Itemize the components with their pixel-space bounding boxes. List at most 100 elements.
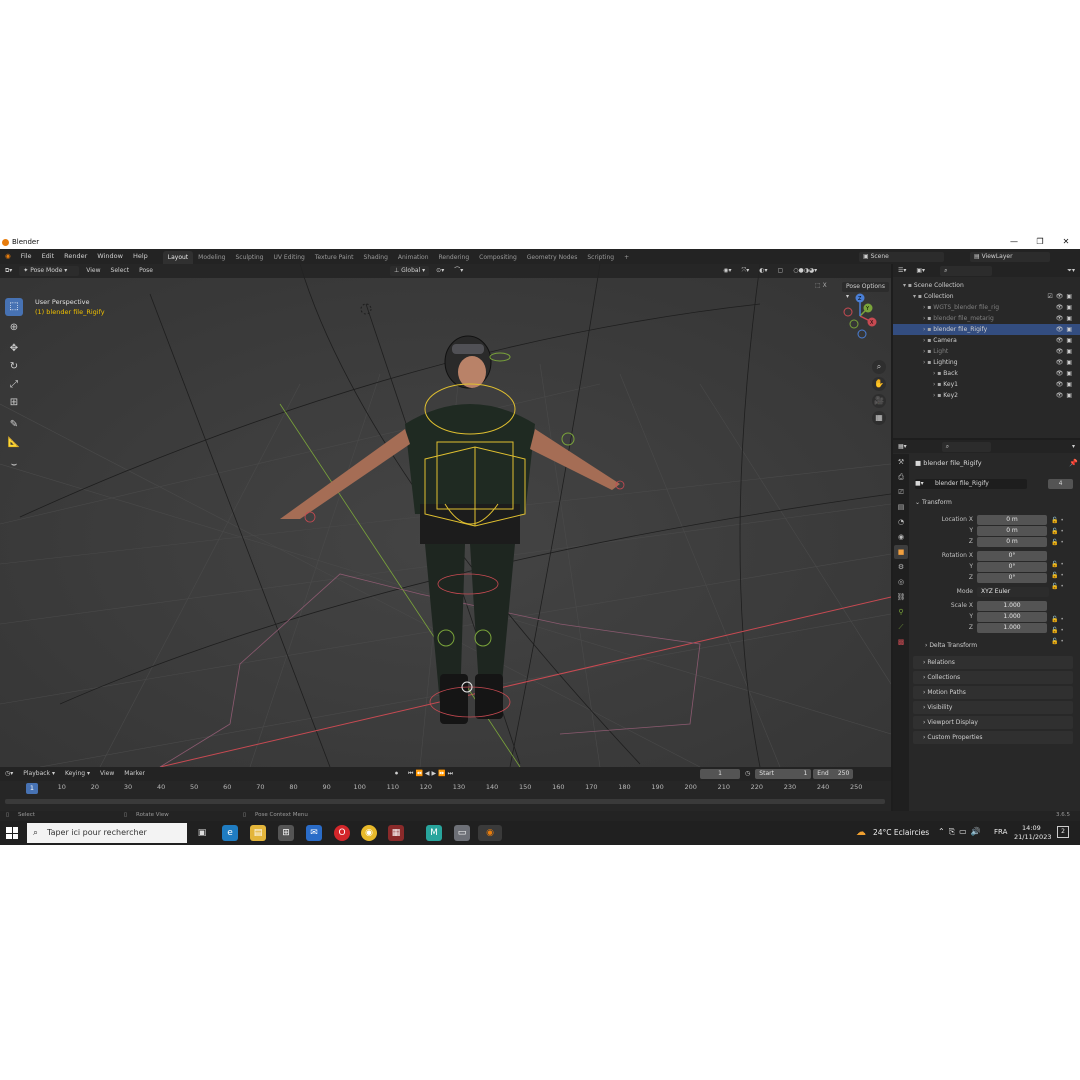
sidebar-toggle-icon[interactable]: ⬚ X <box>815 282 827 289</box>
tab-compositing[interactable]: Compositing <box>474 251 522 264</box>
camera-view-icon[interactable]: 🎥 <box>872 394 886 408</box>
tab-animation[interactable]: Animation <box>393 251 434 264</box>
outliner-row[interactable]: ▾ ▪ Scene Collection <box>893 280 1080 291</box>
menu-window[interactable]: Window <box>92 249 128 264</box>
armature-data-tab-icon[interactable]: ⚲ <box>894 605 908 619</box>
outliner-row[interactable]: › ▪ Light 👁▣ <box>893 346 1080 357</box>
transform-lock-icons[interactable]: 🔓 • 🔓 • 🔓 • 🔓 • 🔓 • 🔓 • 🔓 • 🔓 • 🔓 • <box>1051 515 1064 647</box>
scene-selector[interactable]: ▣ Scene <box>859 252 944 262</box>
scale-tool-icon[interactable]: ⤢ <box>5 376 23 394</box>
scene-tab-icon[interactable]: ◔ <box>894 515 908 529</box>
file-explorer-icon[interactable]: ▤ <box>250 825 266 841</box>
timeline-menu-keying[interactable]: Keying ▾ <box>60 767 95 781</box>
select-box-tool-icon[interactable]: ⬚ <box>5 298 23 316</box>
transform-tool-icon[interactable]: ⊞ <box>5 394 23 412</box>
close-button[interactable]: ✕ <box>1055 237 1077 248</box>
location-y-field[interactable]: 0 m <box>977 526 1047 536</box>
tab-rendering[interactable]: Rendering <box>434 251 475 264</box>
weather-text[interactable]: 24°C Eclaircies <box>873 828 929 837</box>
world-tab-icon[interactable]: ◉ <box>894 530 908 544</box>
app-icon[interactable]: ▦ <box>388 825 404 841</box>
add-workspace-icon[interactable]: + <box>619 251 634 264</box>
chrome-icon[interactable]: ◉ <box>361 825 377 841</box>
pivot-icon[interactable]: ⊙▾ <box>431 264 449 278</box>
outliner-row[interactable]: › ▪ Key1 👁▣ <box>893 379 1080 390</box>
editor-type-icon[interactable]: ⧉▾ <box>0 264 17 278</box>
pose-options-dropdown[interactable]: Pose Options ▾ <box>842 282 889 300</box>
visibility-toggle-icons[interactable]: 👁▣ <box>1056 335 1075 346</box>
notification-icon[interactable]: 2 <box>1057 826 1069 838</box>
delta-transform-header[interactable]: › Delta Transform <box>925 642 977 649</box>
tab-geometry-nodes[interactable]: Geometry Nodes <box>522 251 583 264</box>
pan-hand-icon[interactable]: ✋ <box>872 377 886 391</box>
viewport-menu-select[interactable]: Select <box>106 264 135 278</box>
clock-time[interactable]: 14:09 <box>1022 824 1041 832</box>
texture-tab-icon[interactable]: ▩ <box>894 635 908 649</box>
playhead[interactable]: 1 <box>26 783 38 794</box>
navigation-gizmo[interactable]: X Y Z <box>838 292 882 344</box>
tool-tab-icon[interactable]: ⚒ <box>894 455 908 469</box>
end-frame-field[interactable]: End 250 <box>813 769 854 779</box>
rotation-z-field[interactable]: 0° <box>977 573 1047 583</box>
tray-icons[interactable]: ⌃⎘▭🔊 <box>938 827 985 837</box>
blender-menu-icon[interactable]: ◉ <box>0 249 16 264</box>
scale-z-field[interactable]: 1.000 <box>977 623 1047 633</box>
menu-edit[interactable]: Edit <box>37 249 60 264</box>
viewport-menu-view[interactable]: View <box>81 264 105 278</box>
mixamo-icon[interactable]: M <box>426 825 442 841</box>
outliner-row[interactable]: › ▪ Key2 👁▣ <box>893 390 1080 401</box>
pose-tool-icon[interactable]: ⌣ <box>5 456 23 474</box>
window-app-icon[interactable]: ▭ <box>454 825 470 841</box>
filter-icon[interactable]: ⏷▾ <box>1062 264 1080 278</box>
object-tab-icon[interactable]: ■ <box>894 545 908 559</box>
outliner-row[interactable]: › ▪ blender file_metarig 👁▣ <box>893 313 1080 324</box>
menu-render[interactable]: Render <box>59 249 92 264</box>
timeline-editor-icon[interactable]: ◷▾ <box>0 767 18 781</box>
visibility-toggle-icons[interactable]: 👁▣ <box>1056 313 1075 324</box>
zoom-icon[interactable]: ⌕ <box>872 360 886 374</box>
render-tab-icon[interactable]: ⎙ <box>894 470 908 484</box>
visibility-toggle-icons[interactable]: 👁▣ <box>1056 324 1075 335</box>
panel-collections[interactable]: › Collections <box>913 671 1073 684</box>
minimize-button[interactable]: — <box>1003 237 1025 248</box>
output-tab-icon[interactable]: ⎚ <box>894 485 908 499</box>
visibility-toggle-icons[interactable]: 👁▣ <box>1056 390 1075 401</box>
visibility-toggle-icons[interactable]: ☑👁▣ <box>1047 291 1075 302</box>
tab-layout[interactable]: Layout <box>162 250 194 264</box>
viewlayer-selector[interactable]: ▤ ViewLayer <box>970 252 1050 262</box>
task-view-icon[interactable]: ▣ <box>194 825 210 841</box>
frame-ruler[interactable]: 1 10 20 30 40 50 60 70 80 90 100 110 120 130 140 150 160… <box>0 783 891 795</box>
ortho-grid-icon[interactable]: ▦ <box>872 411 886 425</box>
edge-icon[interactable]: e <box>222 825 238 841</box>
outliner-row[interactable]: › ▪ Camera 👁▣ <box>893 335 1080 346</box>
tab-texture-paint[interactable]: Texture Paint <box>310 251 359 264</box>
move-tool-icon[interactable]: ✥ <box>5 340 23 358</box>
start-windows-icon[interactable] <box>6 827 18 839</box>
visibility-toggle-icons[interactable]: 👁▣ <box>1056 346 1075 357</box>
menu-file[interactable]: File <box>16 249 37 264</box>
location-x-field[interactable]: 0 m <box>977 515 1047 525</box>
visibility-toggle-icons[interactable]: 👁▣ <box>1056 368 1075 379</box>
visibility-toggle-icons[interactable]: 👁▣ <box>1056 302 1075 313</box>
gizmo-toggle-icon[interactable]: ⤧▾ <box>736 264 754 278</box>
current-frame-field[interactable]: 1 <box>700 769 741 779</box>
shading-modes-icon[interactable]: ○●◑◕▾ <box>788 264 822 278</box>
rotation-mode-dropdown[interactable]: XYZ Euler <box>977 587 1049 597</box>
transform-orientation[interactable]: ⊥ Global ▾ <box>389 266 430 276</box>
snap-icon[interactable]: ⌒▾ <box>449 264 468 278</box>
playback-controls-icon[interactable]: ⏮⏪◀▶⏩⏭ <box>403 767 460 781</box>
tab-modeling[interactable]: Modeling <box>193 251 230 264</box>
outliner-row[interactable]: ▾ ▪ Collection ☑👁▣ <box>893 291 1080 302</box>
viewport-menu-pose[interactable]: Pose <box>134 264 158 278</box>
maximize-button[interactable]: ❐ <box>1029 237 1051 248</box>
panel-visibility[interactable]: › Visibility <box>913 701 1073 714</box>
measure-tool-icon[interactable]: 📐 <box>5 434 23 452</box>
outliner-row[interactable]: › ▪ Lighting 👁▣ <box>893 357 1080 368</box>
timeline-menu-playback[interactable]: Playback ▾ <box>18 767 60 781</box>
tab-scripting[interactable]: Scripting <box>582 251 619 264</box>
rotation-y-field[interactable]: 0° <box>977 562 1047 572</box>
panel-viewport-display[interactable]: › Viewport Display <box>913 716 1073 729</box>
object-name-field[interactable]: blender file_Rigify <box>915 479 1027 489</box>
outliner-editor-icon[interactable]: ☰▾ <box>893 264 911 278</box>
panel-motion-paths[interactable]: › Motion Paths <box>913 686 1073 699</box>
